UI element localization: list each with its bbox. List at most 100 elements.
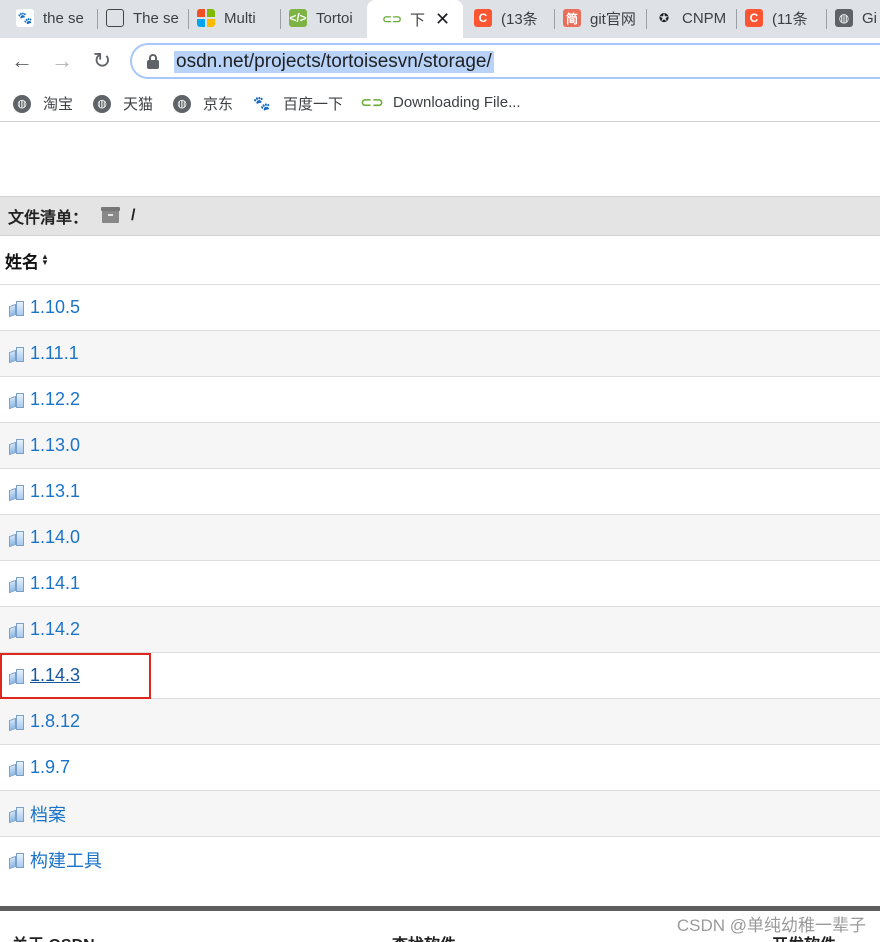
- folder-icon: [8, 621, 25, 639]
- tab-cnpm[interactable]: ✪ CNPM: [639, 0, 736, 36]
- tab-title: 下: [410, 11, 426, 29]
- bookmark-baidu[interactable]: 🐾 百度一下: [253, 93, 343, 114]
- footer-about[interactable]: 关于 OSDN: [12, 931, 95, 942]
- file-link[interactable]: 1.13.1: [30, 481, 80, 502]
- file-link[interactable]: 1.14.1: [30, 573, 80, 594]
- url-text[interactable]: osdn.net/projects/tortoisesvn/storage/: [174, 51, 494, 73]
- file-row: 1.12.2: [0, 377, 880, 423]
- file-link[interactable]: 档案: [30, 801, 66, 827]
- globe-icon: ◍: [835, 9, 853, 27]
- bookmark-label: 百度一下: [283, 96, 344, 113]
- file-row: 1.14.2: [0, 607, 880, 653]
- tab-tortoisesvn[interactable]: </> Tortoi: [273, 0, 368, 36]
- folder-icon: [8, 805, 25, 823]
- baidu-paw-icon: 🐾: [16, 9, 34, 27]
- name-column-header[interactable]: 姓名 ▲ ▼: [0, 236, 880, 285]
- red-highlight-box: [0, 653, 151, 699]
- tab-csdn-13[interactable]: C (13条: [458, 0, 554, 36]
- bookmark-label: 京东: [203, 96, 234, 113]
- folder-icon: [8, 483, 25, 501]
- tab-globe[interactable]: ◍ Gi: [819, 0, 880, 36]
- tab-strip: 🐾 the se The se Multi </> Tortoi ⊂⊃ 下 ✕ …: [0, 0, 880, 38]
- file-row: 构建工具: [0, 837, 880, 883]
- jianshu-icon: 简: [563, 9, 581, 27]
- reload-button[interactable]: ↻: [89, 48, 115, 74]
- tab-title: (11条: [772, 10, 808, 28]
- file-row: 1.14.1: [0, 561, 880, 607]
- globe-icon: ◍: [13, 94, 31, 113]
- lock-icon[interactable]: [146, 54, 160, 70]
- baidu-paw-icon: 🐾: [253, 95, 271, 111]
- file-row: 1.10.5: [0, 285, 880, 331]
- file-link[interactable]: 构建工具: [30, 847, 102, 873]
- microsoft-icon: [197, 9, 215, 27]
- tab-title: The se: [133, 9, 179, 27]
- file-link[interactable]: 1.11.1: [30, 343, 79, 364]
- osdn-icon: ⊂⊃: [360, 93, 384, 110]
- close-icon[interactable]: ✕: [435, 9, 450, 30]
- folder-icon: [8, 529, 25, 547]
- folder-icon: [8, 851, 25, 870]
- csdn-watermark: CSDN @单纯幼稚一辈子: [674, 911, 868, 936]
- folder-icon: [8, 345, 25, 363]
- reload-icon: ↻: [92, 48, 112, 73]
- footer-find-software[interactable]: 查找软件: [392, 931, 456, 942]
- file-row: 1.13.1: [0, 469, 880, 515]
- osdn-icon: ⊂⊃: [381, 12, 403, 26]
- file-link[interactable]: 1.9.7: [30, 757, 70, 778]
- tab-baidu-search[interactable]: 🐾 the se: [0, 0, 97, 36]
- file-link[interactable]: 1.14.2: [30, 619, 80, 640]
- bookmark-taobao[interactable]: ◍ 淘宝: [13, 93, 73, 114]
- file-link[interactable]: 1.14.0: [30, 527, 80, 548]
- file-row: 1.8.12: [0, 699, 880, 745]
- address-bar[interactable]: osdn.net/projects/tortoisesvn/storage/: [130, 43, 880, 79]
- bookmark-tmall[interactable]: ◍ 天猫: [93, 93, 153, 114]
- forward-arrow-icon: →: [51, 48, 73, 73]
- back-button[interactable]: ←: [9, 48, 35, 74]
- tab-title: Multi: [224, 9, 256, 27]
- tab-title: the se: [43, 9, 84, 27]
- sort-icon: ▲ ▼: [41, 252, 49, 267]
- file-row: 1.11.1: [0, 331, 880, 377]
- bookmark-jd[interactable]: ◍ 京东: [173, 93, 233, 114]
- bookmarks-bar: ◍ 淘宝 ◍ 天猫 ◍ 京东 🐾 百度一下 ⊂⊃ Downloading Fil…: [0, 84, 880, 122]
- tab-title: Tortoi: [316, 9, 353, 27]
- listing-label: 文件清单：: [8, 210, 89, 227]
- folder-icon: [8, 713, 25, 731]
- tab-title: git官网: [590, 10, 636, 28]
- file-list: 1.10.5 1.11.1 1.12.2 1.13.0 1.13.1 1.14.0 1.14…: [0, 285, 880, 883]
- cnpm-icon: ✪: [658, 11, 670, 25]
- tab-rst-search[interactable]: The se: [90, 0, 188, 36]
- rst-icon: [106, 9, 124, 27]
- file-row: 1.9.7: [0, 745, 880, 791]
- globe-icon: ◍: [173, 94, 191, 113]
- bookmark-label: Downloading File...: [393, 93, 521, 111]
- file-link[interactable]: 1.12.2: [30, 389, 80, 410]
- listing-path[interactable]: /: [131, 207, 135, 225]
- tortoisesvn-icon: </>: [289, 9, 307, 27]
- folder-icon: [8, 575, 25, 593]
- tab-osdn-download[interactable]: ⊂⊃ 下 ✕: [367, 0, 463, 38]
- tab-jianshu-git[interactable]: 简 git官网: [547, 0, 646, 36]
- bookmark-label: 天猫: [123, 96, 154, 113]
- tab-title: Gi: [862, 9, 877, 27]
- file-row: 1.14.0: [0, 515, 880, 561]
- file-row: 1.13.0: [0, 423, 880, 469]
- file-link[interactable]: 1.10.5: [30, 297, 80, 318]
- forward-button[interactable]: →: [49, 48, 75, 74]
- tab-microsoft[interactable]: Multi: [181, 0, 280, 36]
- tab-title: (13条: [501, 10, 538, 28]
- csdn-icon: C: [745, 9, 763, 27]
- file-link[interactable]: 1.8.12: [30, 711, 80, 732]
- folder-icon: [8, 299, 25, 317]
- bookmark-downloading[interactable]: ⊂⊃ Downloading File...: [360, 93, 521, 111]
- back-arrow-icon: ←: [11, 48, 33, 73]
- file-row: 档案: [0, 791, 880, 837]
- file-link[interactable]: 1.13.0: [30, 435, 80, 456]
- file-listing-header: 文件清单： /: [0, 196, 880, 236]
- folder-icon: [8, 391, 25, 409]
- folder-icon: [8, 759, 25, 777]
- tab-csdn-11[interactable]: C (11条: [729, 0, 826, 36]
- tab-title: CNPM: [682, 9, 727, 27]
- browser-toolbar: ← → ↻ osdn.net/projects/tortoisesvn/stor…: [0, 38, 880, 84]
